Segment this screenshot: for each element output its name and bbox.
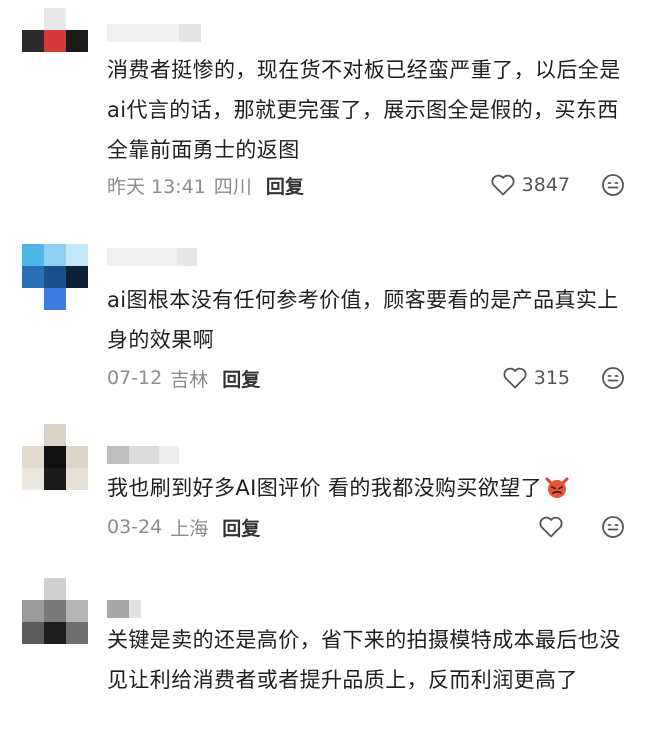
username[interactable] [107, 24, 201, 42]
like-count: 3847 [521, 174, 570, 196]
emoji-reaction-button[interactable] [600, 172, 626, 198]
comment-text: 关键是卖的还是高价，省下来的拍摄模特成本最后也没见让利给消费者或者提升品质上，反… [107, 628, 621, 692]
username[interactable] [107, 248, 197, 266]
like-button[interactable]: 3847 [490, 173, 570, 197]
avatar[interactable] [22, 244, 88, 310]
timestamp: 03-24 [107, 516, 163, 538]
smiley-icon [602, 516, 624, 538]
like-button[interactable] [538, 515, 570, 539]
username[interactable] [107, 446, 179, 464]
like-count: 315 [533, 367, 570, 389]
comment-text-body: 我也刷到好多AI图评价 看的我都没购买欲望了 [107, 476, 543, 500]
reply-button[interactable]: 回复 [266, 172, 304, 199]
comment-text: 我也刷到好多AI图评价 看的我都没购买欲望了 [107, 468, 627, 508]
smiley-icon [602, 174, 624, 196]
comment-text: ai图根本没有任何参考价值，顾客要看的是产品真实上身的效果啊 [107, 288, 619, 352]
avatar[interactable] [22, 578, 88, 644]
comment-meta: 昨天 13:41 四川 回复 3847 [107, 170, 626, 200]
comment-meta: 03-24 上海 回复 [107, 512, 626, 542]
emoji-reaction-button[interactable] [600, 514, 626, 540]
emoji-reaction-button[interactable] [600, 365, 626, 391]
heart-icon [503, 367, 527, 389]
timestamp: 昨天 13:41 [107, 175, 206, 198]
location: 上海 [170, 517, 209, 540]
avatar[interactable] [22, 8, 88, 74]
comment-meta: 07-12 吉林 回复 315 [107, 363, 626, 393]
heart-icon [491, 174, 515, 196]
location: 四川 [213, 175, 252, 198]
username[interactable] [107, 600, 141, 618]
like-button[interactable]: 315 [502, 366, 570, 390]
angry-devil-emoji-icon [544, 472, 570, 498]
avatar[interactable] [22, 424, 88, 490]
timestamp: 07-12 [107, 367, 163, 389]
heart-icon [539, 516, 563, 538]
location: 吉林 [170, 368, 209, 391]
smiley-icon [602, 367, 624, 389]
comment-text: 消费者挺惨的，现在货不对板已经蛮严重了，以后全是ai代言的话，那就更完蛋了，展示… [107, 58, 621, 162]
reply-button[interactable]: 回复 [222, 365, 260, 392]
reply-button[interactable]: 回复 [222, 514, 260, 541]
